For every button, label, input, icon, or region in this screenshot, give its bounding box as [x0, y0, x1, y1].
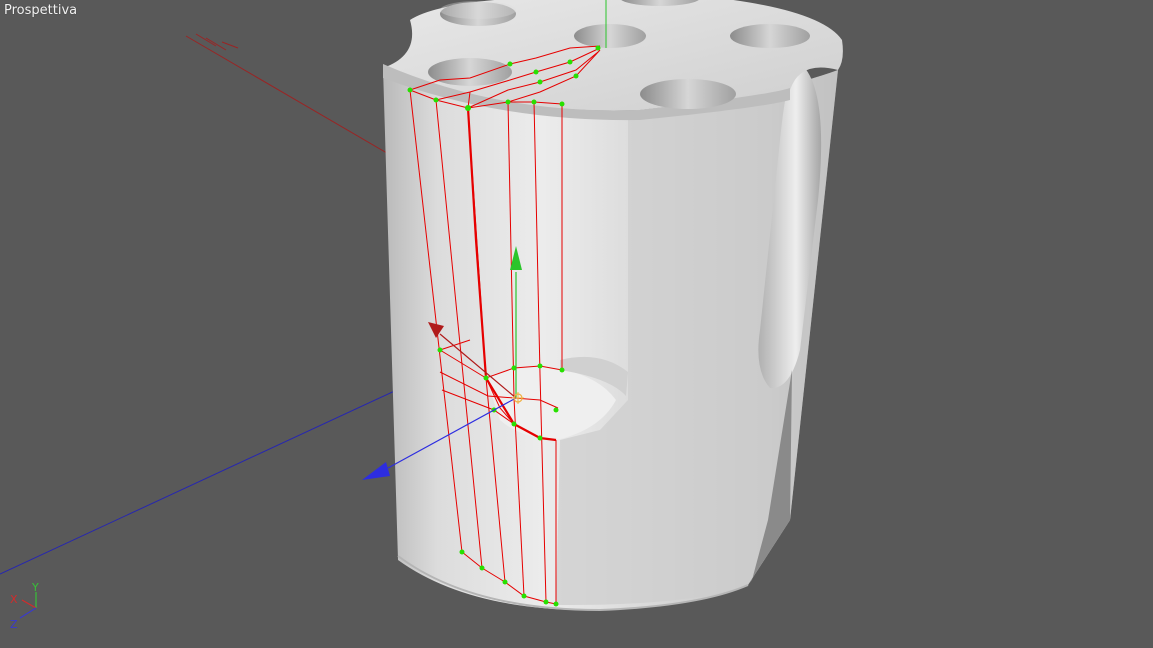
world-x-axis-line	[185, 35, 393, 157]
scene-canvas[interactable]: Y X Z	[0, 0, 1153, 648]
axis-y-label: Y	[31, 581, 39, 594]
viewport-title[interactable]: Prospettiva	[4, 3, 77, 18]
axis-z-label: Z	[10, 618, 18, 631]
perspective-viewport[interactable]: Y X Z Prospettiva	[0, 0, 1153, 648]
axis-x-label: X	[10, 593, 18, 606]
world-x-axis-marker	[195, 33, 239, 51]
axis-triad-icon: Y X Z	[10, 581, 39, 631]
gizmo-z-arrow-icon[interactable]	[362, 462, 390, 480]
